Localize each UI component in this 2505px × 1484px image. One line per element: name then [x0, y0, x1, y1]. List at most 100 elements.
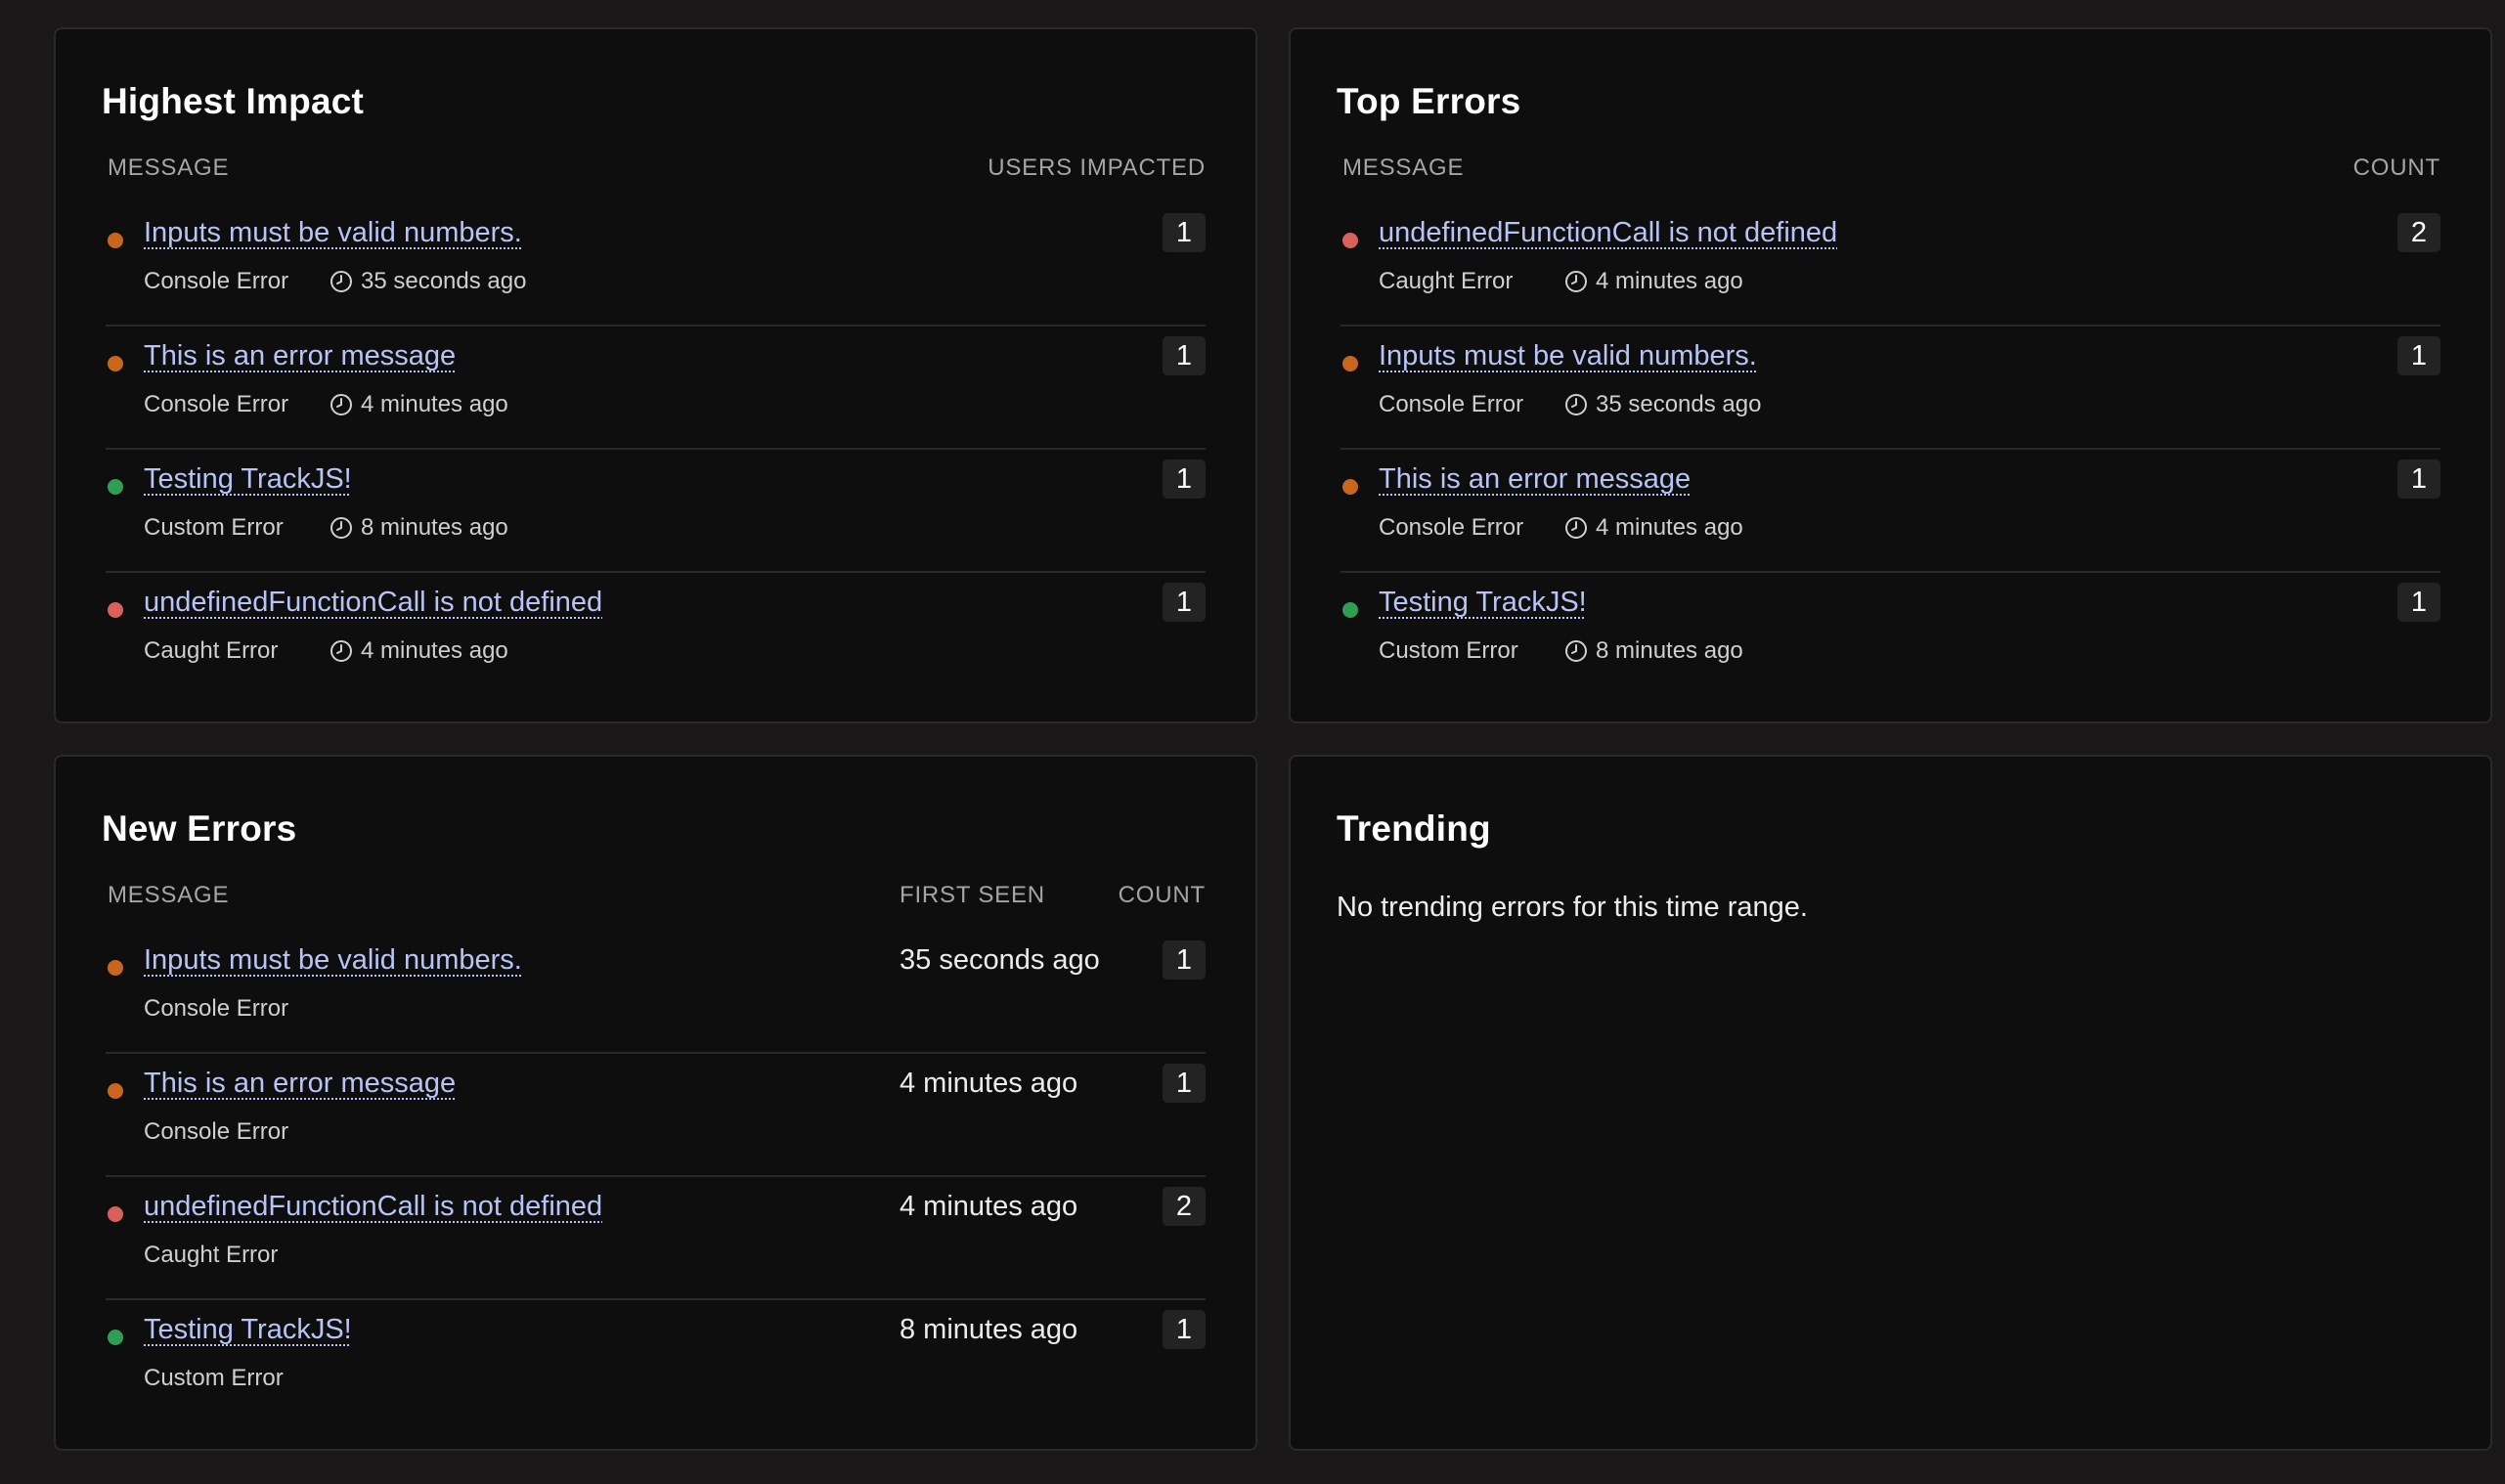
first-seen: 4 minutes ago: [900, 1068, 1078, 1099]
error-message-link[interactable]: Inputs must be valid numbers.: [1379, 340, 1757, 372]
error-meta: Custom Error 8 minutes ago: [144, 514, 508, 542]
error-message-link[interactable]: Inputs must be valid numbers.: [144, 217, 522, 249]
panel-title: New Errors: [102, 808, 297, 849]
clock-icon: [330, 517, 352, 539]
count-badge: 1: [1163, 459, 1206, 499]
count-badge: 1: [1163, 940, 1206, 980]
severity-dot: [108, 1083, 123, 1099]
error-meta: Caught Error 4 minutes ago: [144, 637, 508, 665]
error-type: Custom Error: [1379, 637, 1518, 664]
error-message-link[interactable]: Inputs must be valid numbers.: [144, 944, 522, 977]
error-row: undefinedFunctionCall is not defined Cau…: [106, 1177, 1206, 1300]
column-header-count: COUNT: [1118, 882, 1206, 908]
error-type: Custom Error: [144, 1365, 284, 1391]
error-list: Inputs must be valid numbers. Console Er…: [106, 931, 1206, 1421]
error-type: Console Error: [1379, 391, 1524, 417]
count-badge: 1: [1163, 213, 1206, 252]
severity-dot: [1342, 233, 1358, 248]
severity-dot: [108, 233, 123, 248]
count-badge: 1: [2397, 459, 2440, 499]
error-type: Caught Error: [144, 637, 279, 664]
error-meta: Console Error 35 seconds ago: [144, 268, 526, 295]
count-badge: 2: [1163, 1187, 1206, 1226]
first-seen: 4 minutes ago: [900, 1191, 1078, 1222]
count-badge: 1: [1163, 1310, 1206, 1349]
error-message-link[interactable]: undefinedFunctionCall is not defined: [1379, 217, 1837, 249]
count-badge: 1: [1163, 336, 1206, 375]
error-message-link[interactable]: This is an error message: [1379, 463, 1691, 496]
error-time: 35 seconds ago: [1596, 391, 1762, 417]
severity-dot: [108, 1206, 123, 1222]
column-header-message: MESSAGE: [108, 154, 230, 181]
count-badge: 1: [1163, 583, 1206, 622]
error-type: Custom Error: [144, 514, 284, 541]
error-time: 4 minutes ago: [1596, 514, 1743, 541]
error-message-link[interactable]: Testing TrackJS!: [1379, 587, 1587, 619]
error-meta: Custom Error 8 minutes ago: [1379, 637, 1743, 665]
error-type: Console Error: [144, 391, 289, 417]
dashboard: Highest Impact MESSAGE USERS IMPACTED In…: [0, 0, 2505, 1484]
error-meta: Console Error: [144, 995, 288, 1023]
error-list: Inputs must be valid numbers. Console Er…: [106, 203, 1206, 694]
severity-dot: [1342, 602, 1358, 618]
count-badge: 1: [2397, 583, 2440, 622]
first-seen: 8 minutes ago: [900, 1314, 1078, 1345]
column-header-message: MESSAGE: [108, 882, 230, 908]
error-list: undefinedFunctionCall is not defined Cau…: [1340, 203, 2440, 694]
error-row: This is an error message Console Error 4…: [1340, 450, 2440, 573]
column-header-message: MESSAGE: [1342, 154, 1465, 181]
empty-state-message: No trending errors for this time range.: [1337, 892, 1808, 923]
error-meta: Caught Error: [144, 1242, 278, 1269]
severity-dot: [1342, 356, 1358, 371]
error-type: Console Error: [144, 1118, 289, 1145]
error-type: Console Error: [144, 268, 289, 294]
error-type: Console Error: [1379, 514, 1524, 541]
count-badge: 1: [1163, 1064, 1206, 1103]
count-badge: 2: [2397, 213, 2440, 252]
column-header-count: COUNT: [2352, 154, 2440, 181]
error-time: 35 seconds ago: [361, 268, 527, 294]
severity-dot: [108, 602, 123, 618]
error-message-link[interactable]: undefinedFunctionCall is not defined: [144, 587, 602, 619]
error-row: This is an error message Console Error 4…: [106, 1054, 1206, 1177]
error-message-link[interactable]: This is an error message: [144, 1068, 456, 1100]
panel-title: Trending: [1337, 808, 1491, 849]
error-meta: Console Error 4 minutes ago: [144, 391, 508, 418]
clock-icon: [1565, 394, 1587, 415]
severity-dot: [108, 1330, 123, 1345]
clock-icon: [330, 394, 352, 415]
error-meta: Custom Error: [144, 1365, 284, 1392]
error-row: Inputs must be valid numbers. Console Er…: [106, 203, 1206, 327]
panel-title: Highest Impact: [102, 81, 365, 121]
error-type: Caught Error: [144, 1242, 279, 1268]
column-header-users-impacted: USERS IMPACTED: [988, 154, 1206, 181]
clock-icon: [330, 271, 352, 292]
clock-icon: [1565, 517, 1587, 539]
trending-panel: Trending No trending errors for this tim…: [1289, 755, 2492, 1451]
error-message-link[interactable]: This is an error message: [144, 340, 456, 372]
error-message-link[interactable]: undefinedFunctionCall is not defined: [144, 1191, 602, 1223]
error-time: 4 minutes ago: [361, 637, 508, 664]
error-type: Console Error: [144, 995, 289, 1022]
error-row: Testing TrackJS! Custom Error 8 minutes …: [106, 1300, 1206, 1421]
error-row: Testing TrackJS! Custom Error 8 minutes …: [106, 450, 1206, 573]
count-badge: 1: [2397, 336, 2440, 375]
error-message-link[interactable]: Testing TrackJS!: [144, 1314, 352, 1346]
new-errors-panel: New Errors MESSAGE FIRST SEEN COUNT Inpu…: [54, 755, 1257, 1451]
severity-dot: [1342, 479, 1358, 495]
severity-dot: [108, 356, 123, 371]
clock-icon: [1565, 271, 1587, 292]
error-row: undefinedFunctionCall is not defined Cau…: [1340, 203, 2440, 327]
error-row: This is an error message Console Error 4…: [106, 327, 1206, 450]
error-meta: Console Error 35 seconds ago: [1379, 391, 1761, 418]
highest-impact-panel: Highest Impact MESSAGE USERS IMPACTED In…: [54, 27, 1257, 723]
error-row: Testing TrackJS! Custom Error 8 minutes …: [1340, 573, 2440, 694]
error-meta: Caught Error 4 minutes ago: [1379, 268, 1743, 295]
panel-title: Top Errors: [1337, 81, 1521, 121]
error-row: undefinedFunctionCall is not defined Cau…: [106, 573, 1206, 694]
clock-icon: [330, 640, 352, 662]
error-message-link[interactable]: Testing TrackJS!: [144, 463, 352, 496]
error-time: 4 minutes ago: [1596, 268, 1743, 294]
error-time: 8 minutes ago: [1596, 637, 1743, 664]
clock-icon: [1565, 640, 1587, 662]
